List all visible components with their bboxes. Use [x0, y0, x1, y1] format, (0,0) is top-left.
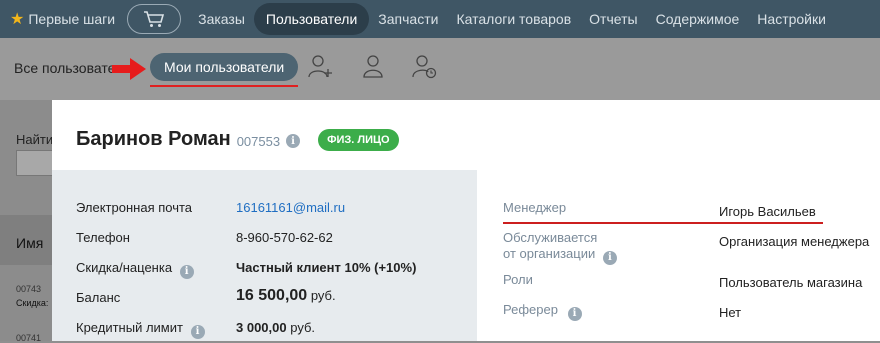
manager-highlight-underline	[503, 222, 823, 224]
info-icon[interactable]: i	[602, 251, 617, 265]
served-by-value: Организация менеджера	[719, 234, 870, 249]
info-icon[interactable]: i	[567, 307, 582, 321]
discount-label-row: Скидка/наценка i	[76, 260, 194, 279]
my-users-tab[interactable]: Мои пользователи	[150, 53, 299, 81]
user-type-badge: ФИЗ. ЛИЦО	[318, 128, 399, 151]
email-link[interactable]: 16161161@mail.ru	[236, 200, 345, 215]
nav-parts[interactable]: Запчасти	[369, 3, 447, 35]
red-arrow-icon	[112, 58, 146, 80]
credit-label: Кредитный лимит	[76, 320, 183, 335]
cart-icon	[144, 11, 165, 27]
credit-value: 3 000,00	[236, 320, 287, 335]
roles-label: Роли	[503, 272, 533, 287]
served-by-label-line2-row: от организации i	[503, 246, 617, 265]
referrer-value: Нет	[719, 305, 742, 320]
user-name: Баринов Роман	[76, 128, 231, 150]
email-label: Электронная почта	[76, 200, 193, 215]
balance-currency: руб.	[310, 288, 336, 303]
cart-button[interactable]	[127, 4, 182, 34]
credit-currency: руб.	[290, 320, 316, 335]
referrer-label-row: Реферер i	[503, 302, 582, 321]
list-row-discount: Скидка:	[16, 298, 49, 308]
user-clock-icon[interactable]	[412, 53, 438, 79]
user-details-left: Электронная почта 16161161@mail.ru Телеф…	[52, 170, 477, 341]
users-subbar: Все пользователи Мои пользователи	[0, 38, 880, 100]
manager-value: Игорь Васильев	[719, 204, 816, 219]
nav-content[interactable]: Содержимое	[647, 3, 749, 35]
info-icon[interactable]: i	[190, 324, 205, 339]
user-code: 007553	[236, 134, 281, 149]
nav-orders[interactable]: Заказы	[189, 3, 254, 35]
star-icon: ★	[10, 11, 25, 28]
discount-label: Скидка/наценка	[76, 260, 173, 275]
manager-label: Менеджер	[503, 200, 567, 215]
nav-reports[interactable]: Отчеты	[580, 3, 646, 35]
nav-catalogs[interactable]: Каталоги товаров	[447, 3, 580, 35]
credit-value-row: 3 000,00 руб.	[236, 320, 315, 335]
balance-label: Баланс	[76, 290, 121, 305]
info-icon[interactable]: i	[179, 264, 194, 279]
top-navigation: ★ Первые шаги Заказы Пользователи Запчас…	[0, 0, 880, 38]
user-detail-panel: Баринов Роман 007553 i ФИЗ. ЛИЦО Электро…	[52, 100, 880, 341]
list-row-code-2: 00741	[16, 333, 42, 343]
discount-value: Частный клиент 10% (+10%)	[236, 260, 417, 275]
served-by-label-line1: Обслуживается	[503, 230, 598, 245]
user-details-right: Менеджер Игорь Васильев Обслуживается от…	[477, 170, 880, 341]
referrer-label: Реферер	[503, 302, 558, 317]
all-users-link[interactable]: Все пользователи	[14, 60, 124, 76]
nav-settings[interactable]: Настройки	[748, 3, 835, 35]
add-user-icon[interactable]	[308, 53, 334, 79]
credit-label-row: Кредитный лимит i	[76, 320, 205, 339]
phone-value: 8-960-570-62-62	[236, 230, 333, 245]
nav-first-steps[interactable]: ★ Первые шаги	[0, 9, 127, 29]
served-by-label: Обслуживается от организации i	[503, 230, 617, 265]
name-column-header[interactable]: Имя	[16, 235, 43, 251]
served-by-label-line2: от организации	[503, 246, 596, 261]
nav-users[interactable]: Пользователи	[253, 3, 370, 35]
nav-first-steps-label: Первые шаги	[28, 11, 116, 27]
balance-value-row: 16 500,00 руб.	[236, 287, 336, 305]
phone-label: Телефон	[76, 230, 130, 245]
user-header: Баринов Роман 007553 i ФИЗ. ЛИЦО	[76, 128, 399, 151]
user-icon[interactable]	[360, 53, 386, 79]
roles-value: Пользователь магазина	[719, 275, 863, 290]
find-label: Найти	[16, 132, 54, 147]
list-row-code: 00743	[16, 284, 42, 294]
highlight-underline	[150, 85, 298, 87]
balance-value: 16 500,00	[236, 287, 308, 304]
info-icon[interactable]: i	[286, 134, 301, 148]
